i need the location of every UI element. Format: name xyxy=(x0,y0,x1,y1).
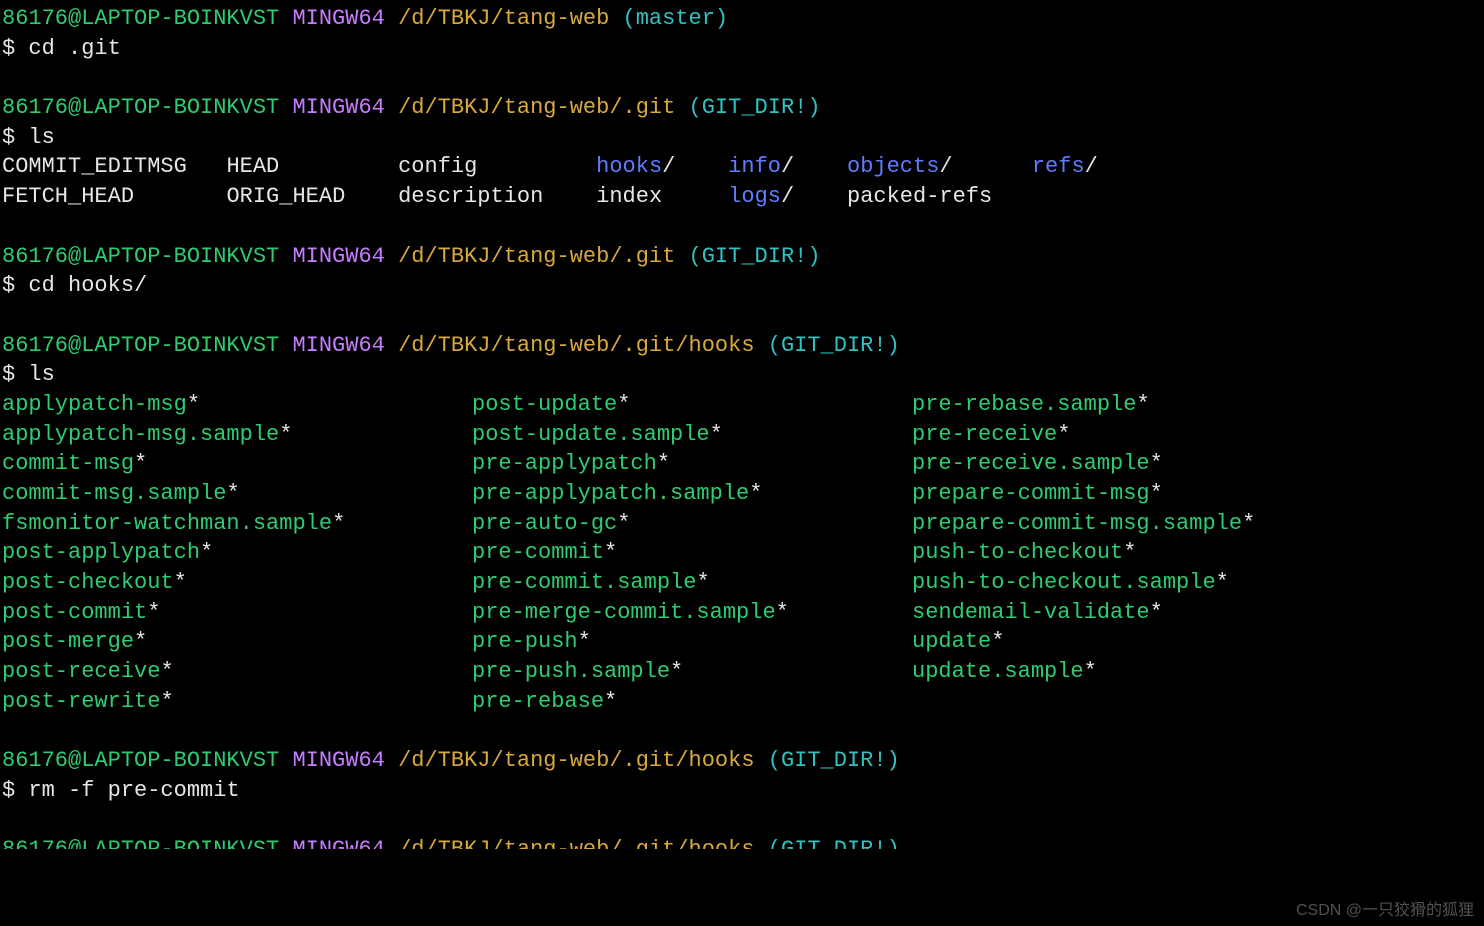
executable-entry: pre-merge-commit.sample xyxy=(472,600,776,625)
file-entry: config xyxy=(398,154,477,179)
prompt-branch: (GIT_DIR!) xyxy=(768,837,900,849)
prompt-host: MINGW64 xyxy=(292,748,384,773)
executable-entry: pre-receive.sample xyxy=(912,451,1150,476)
command-line: $ ls xyxy=(2,123,1484,153)
prompt-line: 86176@LAPTOP-BOINKVST MINGW64 /d/TBKJ/ta… xyxy=(2,331,1484,361)
prompt-char: $ xyxy=(2,362,28,387)
prompt-branch: (GIT_DIR!) xyxy=(689,95,821,120)
prompt-user: 86176@LAPTOP-BOINKVST xyxy=(2,95,279,120)
prompt-user: 86176@LAPTOP-BOINKVST xyxy=(2,748,279,773)
file-entry: ORIG_HEAD xyxy=(226,184,345,209)
executable-entry: pre-commit xyxy=(472,540,604,565)
executable-entry: post-update.sample xyxy=(472,422,710,447)
executable-entry: post-checkout xyxy=(2,570,174,595)
executable-entry: update xyxy=(912,629,991,654)
executable-entry: pre-push.sample xyxy=(472,659,670,684)
prompt-host: MINGW64 xyxy=(292,95,384,120)
executable-entry: sendemail-validate xyxy=(912,600,1150,625)
prompt-user: 86176@LAPTOP-BOINKVST xyxy=(2,6,279,31)
directory-entry: refs xyxy=(1032,154,1085,179)
executable-entry: post-applypatch xyxy=(2,540,200,565)
prompt-path: /d/TBKJ/tang-web xyxy=(398,6,609,31)
prompt-line: 86176@LAPTOP-BOINKVST MINGW64 /d/TBKJ/ta… xyxy=(2,746,1484,776)
directory-entry: info xyxy=(728,154,781,179)
executable-entry: push-to-checkout xyxy=(912,540,1123,565)
file-entry: index xyxy=(596,184,662,209)
command-line: $ cd .git xyxy=(2,34,1484,64)
executable-entry: applypatch-msg.sample xyxy=(2,422,279,447)
executable-entry: prepare-commit-msg xyxy=(912,481,1150,506)
file-entry: FETCH_HEAD xyxy=(2,184,134,209)
prompt-path: /d/TBKJ/tang-web/.git xyxy=(398,95,675,120)
prompt-user: 86176@LAPTOP-BOINKVST xyxy=(2,333,279,358)
executable-entry: pre-push xyxy=(472,629,578,654)
executable-entry: pre-auto-gc xyxy=(472,511,617,536)
executable-entry: pre-commit.sample xyxy=(472,570,696,595)
prompt-user: 86176@LAPTOP-BOINKVST xyxy=(2,837,279,849)
directory-entry: logs xyxy=(728,184,781,209)
executable-entry: pre-applypatch xyxy=(472,451,657,476)
prompt-path: /d/TBKJ/tang-web/.git/hooks xyxy=(398,748,754,773)
ls-hooks-output: applypatch-msg*applypatch-msg.sample*com… xyxy=(2,390,1484,717)
prompt-char: $ xyxy=(2,273,28,298)
terminal-output[interactable]: 86176@LAPTOP-BOINKVST MINGW64 /d/TBKJ/ta… xyxy=(2,4,1484,849)
prompt-branch: (GIT_DIR!) xyxy=(768,333,900,358)
prompt-host: MINGW64 xyxy=(292,333,384,358)
file-entry: COMMIT_EDITMSG xyxy=(2,154,187,179)
command-text: rm -f pre-commit xyxy=(28,778,239,803)
executable-entry: commit-msg xyxy=(2,451,134,476)
file-entry: packed-refs xyxy=(847,184,992,209)
command-line: $ cd hooks/ xyxy=(2,271,1484,301)
prompt-line-partial: 86176@LAPTOP-BOINKVST MINGW64 /d/TBKJ/ta… xyxy=(2,835,1484,849)
command-line: $ rm -f pre-commit xyxy=(2,776,1484,806)
executable-entry: post-merge xyxy=(2,629,134,654)
executable-entry: prepare-commit-msg.sample xyxy=(912,511,1242,536)
prompt-char: $ xyxy=(2,36,28,61)
executable-entry: pre-rebase xyxy=(472,689,604,714)
ls-output-row: COMMIT_EDITMSG HEAD config hooks/ info/ … xyxy=(2,152,1484,182)
file-entry: description xyxy=(398,184,543,209)
executable-entry: pre-receive xyxy=(912,422,1057,447)
prompt-branch: (GIT_DIR!) xyxy=(689,244,821,269)
ls-output-row: FETCH_HEAD ORIG_HEAD description index l… xyxy=(2,182,1484,212)
prompt-line: 86176@LAPTOP-BOINKVST MINGW64 /d/TBKJ/ta… xyxy=(2,242,1484,272)
prompt-line: 86176@LAPTOP-BOINKVST MINGW64 /d/TBKJ/ta… xyxy=(2,93,1484,123)
executable-entry: push-to-checkout.sample xyxy=(912,570,1216,595)
command-text: cd .git xyxy=(28,36,120,61)
prompt-host: MINGW64 xyxy=(292,6,384,31)
executable-entry: applypatch-msg xyxy=(2,392,187,417)
prompt-branch: (master) xyxy=(623,6,729,31)
watermark-text: CSDN @一只狡猾的狐狸 xyxy=(1296,900,1474,922)
prompt-path: /d/TBKJ/tang-web/.git/hooks xyxy=(398,837,754,849)
prompt-path: /d/TBKJ/tang-web/.git xyxy=(398,244,675,269)
prompt-path: /d/TBKJ/tang-web/.git/hooks xyxy=(398,333,754,358)
command-text: cd hooks/ xyxy=(28,273,147,298)
executable-entry: post-commit xyxy=(2,600,147,625)
file-entry: HEAD xyxy=(226,154,279,179)
executable-entry: post-update xyxy=(472,392,617,417)
executable-entry: post-rewrite xyxy=(2,689,160,714)
executable-entry: pre-rebase.sample xyxy=(912,392,1136,417)
command-text: ls xyxy=(28,362,54,387)
directory-entry: hooks xyxy=(596,154,662,179)
prompt-host: MINGW64 xyxy=(292,837,384,849)
executable-entry: fsmonitor-watchman.sample xyxy=(2,511,332,536)
executable-entry: commit-msg.sample xyxy=(2,481,226,506)
executable-entry: pre-applypatch.sample xyxy=(472,481,749,506)
command-text: ls xyxy=(28,125,54,150)
prompt-line: 86176@LAPTOP-BOINKVST MINGW64 /d/TBKJ/ta… xyxy=(2,4,1484,34)
prompt-char: $ xyxy=(2,125,28,150)
executable-entry: post-receive xyxy=(2,659,160,684)
executable-entry: update.sample xyxy=(912,659,1084,684)
prompt-char: $ xyxy=(2,778,28,803)
prompt-user: 86176@LAPTOP-BOINKVST xyxy=(2,244,279,269)
prompt-host: MINGW64 xyxy=(292,244,384,269)
directory-entry: objects xyxy=(847,154,939,179)
command-line: $ ls xyxy=(2,360,1484,390)
prompt-branch: (GIT_DIR!) xyxy=(768,748,900,773)
